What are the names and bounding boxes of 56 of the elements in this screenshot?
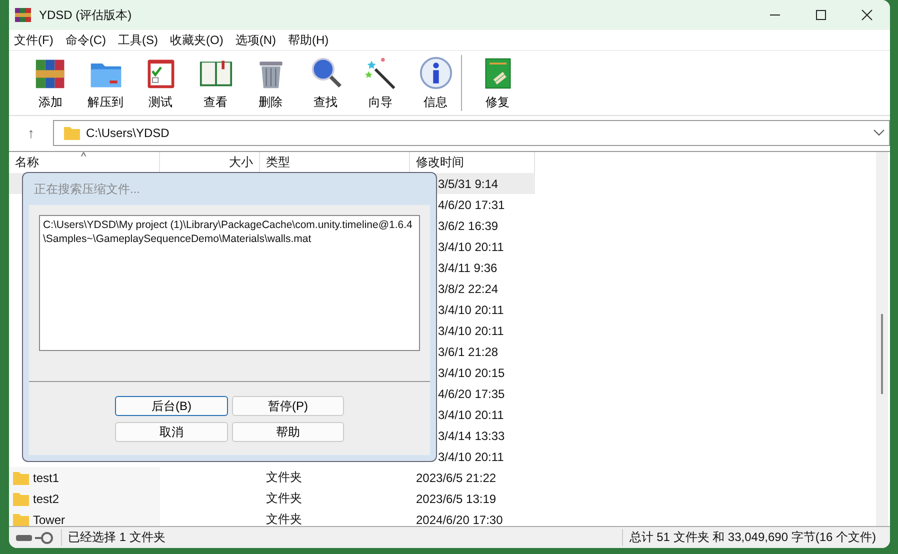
folder-icon bbox=[13, 470, 29, 484]
sort-indicator: ^ bbox=[81, 152, 86, 162]
toolbar-button[interactable]: 添加 bbox=[23, 56, 78, 110]
toolbar-button[interactable]: 解压到 bbox=[78, 56, 133, 110]
modified-date: 3/4/10 20:15 bbox=[438, 366, 505, 380]
toolbar-button[interactable]: 查看 bbox=[188, 56, 243, 110]
file-name: Tower bbox=[33, 512, 66, 526]
toolbar-button[interactable]: 测试 bbox=[133, 56, 188, 110]
modified-date: 2023/6/5 13:19 bbox=[416, 492, 496, 506]
modified-date: 3/8/2 22:24 bbox=[438, 282, 498, 296]
scrollbar[interactable] bbox=[876, 152, 888, 526]
file-type: 文件夹 bbox=[266, 511, 302, 526]
toolbar-button[interactable]: 修复 bbox=[470, 56, 525, 110]
magic-wand-icon bbox=[364, 56, 398, 90]
toolbar-button[interactable]: 向导 bbox=[353, 56, 408, 110]
menu-item[interactable]: 文件(F) bbox=[14, 32, 54, 48]
menu-item[interactable]: 选项(N) bbox=[235, 32, 276, 48]
window-title: YDSD (评估版本) bbox=[39, 6, 132, 24]
dialog-button[interactable]: 后台(B) bbox=[115, 396, 228, 416]
modified-date: 3/6/1 21:28 bbox=[438, 344, 498, 358]
menu-item[interactable]: 帮助(H) bbox=[288, 32, 329, 48]
toolbar-button[interactable]: 查找 bbox=[298, 56, 353, 110]
menu-item[interactable]: 收藏夹(O) bbox=[170, 32, 224, 48]
file-type: 文件夹 bbox=[266, 490, 302, 507]
menu-item[interactable]: 命令(C) bbox=[65, 32, 106, 48]
menu-item[interactable]: 工具(S) bbox=[118, 32, 158, 48]
modified-date: 3/4/10 20:11 bbox=[438, 324, 504, 338]
address-field[interactable]: C:\Users\YDSD bbox=[53, 120, 890, 146]
toolbar-button[interactable]: 信息 bbox=[408, 56, 463, 110]
dialog-button[interactable]: 暂停(P) bbox=[232, 396, 344, 416]
folder-icon bbox=[13, 492, 29, 506]
toolbar-button[interactable]: 删除 bbox=[243, 56, 298, 110]
dialog-button[interactable]: 帮助 bbox=[232, 422, 344, 442]
modified-date: 4/6/20 17:35 bbox=[438, 386, 505, 400]
modified-date: 3/4/10 20:11 bbox=[438, 302, 504, 316]
modified-date: 2024/6/20 17:30 bbox=[416, 512, 503, 526]
file-name: test1 bbox=[33, 470, 60, 484]
up-button[interactable]: ↑ bbox=[9, 125, 53, 141]
status-text: 已经选择 1 文件夹 bbox=[61, 529, 616, 546]
dialog-title: 正在搜索压缩文件... bbox=[33, 180, 142, 198]
path-text-box: C:\Users\YDSD\My project (1)\Library\PackageCache\com.unity.timeline@1.6.4\Samples~\GameplaySequenceDemo\Materials\walls.mat bbox=[39, 215, 420, 351]
modified-date: 4/6/20 17:31 bbox=[438, 198, 505, 212]
file-name: test2 bbox=[33, 492, 60, 506]
drive-key-icon bbox=[15, 530, 55, 544]
modified-date: 2023/6/5 21:22 bbox=[416, 470, 496, 484]
info-icon bbox=[418, 56, 452, 90]
modified-date: 3/4/10 20:11 bbox=[438, 450, 504, 464]
file-row[interactable]: test2 文件夹 2023/6/5 13:19 bbox=[9, 488, 876, 509]
file-type: 文件夹 bbox=[266, 469, 302, 486]
folder-icon bbox=[64, 126, 80, 140]
books-icon bbox=[15, 7, 31, 23]
status-summary: 总计 51 文件夹 和 33,049,690 字节(16 个文件) bbox=[622, 529, 890, 546]
dialog-button[interactable]: 取消 bbox=[115, 422, 228, 442]
modified-date: 3/4/11 9:36 bbox=[438, 260, 498, 274]
modified-date: 3/5/31 9:14 bbox=[438, 176, 498, 190]
file-row[interactable]: test1 文件夹 2023/6/5 21:22 bbox=[9, 467, 876, 488]
